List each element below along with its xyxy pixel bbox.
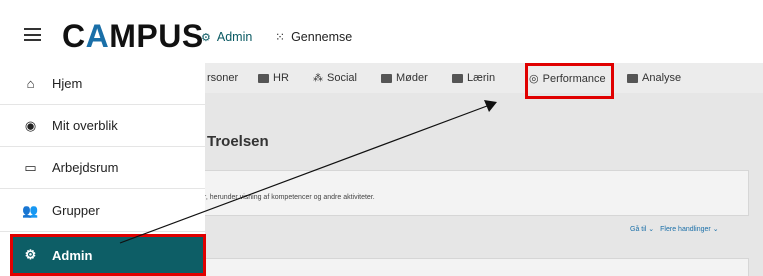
sidebar-item-arbejdsrum[interactable]: ▭ Arbejdsrum	[0, 147, 205, 189]
menu-icon[interactable]	[24, 28, 41, 41]
grid-icon: ⁙	[275, 30, 286, 44]
info-card	[196, 170, 749, 216]
more-actions-dropdown[interactable]: Flere handlinger ⌄	[660, 225, 718, 233]
subnav-item-moder[interactable]: Møder	[381, 72, 428, 84]
sidebar-item-label: Mit overblik	[52, 118, 118, 133]
subnav-item-laering[interactable]: Lærin	[452, 72, 495, 84]
campus-logo[interactable]: CAMPUS	[62, 18, 204, 55]
subnav-item-social[interactable]: ⁂ Social	[313, 72, 357, 84]
top-nav-admin[interactable]: ⚙ Admin	[201, 30, 252, 44]
subnav-item-analyse[interactable]: Analyse	[627, 72, 681, 84]
sidebar-item-label: Arbejdsrum	[52, 160, 119, 175]
subnav-item-hr[interactable]: HR	[258, 72, 289, 84]
sidebar-item-hjem[interactable]: ⌂ Hjem	[0, 63, 205, 105]
sidebar-item-label: Admin	[52, 247, 93, 263]
subnav-item-personer[interactable]: rsoner	[207, 72, 238, 84]
workspace-icon: ▭	[24, 159, 37, 175]
subnav-label: Social	[327, 72, 357, 84]
sidebar-item-label: Hjem	[52, 76, 83, 91]
top-nav-admin-label: Admin	[216, 30, 253, 44]
subnav-label: Lærin	[467, 72, 496, 84]
page-title: Troelsen	[207, 133, 269, 150]
secondary-card	[196, 258, 749, 276]
sidebar-item-admin[interactable]: ⚙ Admin	[10, 234, 206, 276]
social-icon: ⁂	[313, 72, 323, 84]
app-root: rsoner HR ⁂ Social Møder Lærin ◎ Perform…	[0, 0, 763, 276]
sidebar-item-grupper[interactable]: 👥 Grupper	[0, 190, 205, 232]
admin-icon: ⚙	[24, 247, 37, 262]
hr-icon	[258, 73, 269, 83]
sidebar-item-mit-overblik[interactable]: ◉ Mit overblik	[0, 105, 205, 147]
subnav-label: HR	[273, 72, 289, 84]
account-circle-icon: ◉	[24, 117, 37, 133]
groups-icon: 👥	[22, 202, 39, 218]
subnav-label: Møder	[396, 72, 428, 84]
subnav-label: rsoner	[207, 72, 239, 84]
admin-icon: ⚙	[201, 31, 211, 44]
sidebar: ⌂ Hjem ◉ Mit overblik ▭ Arbejdsrum 👥 Gru…	[0, 63, 206, 276]
performance-highlight	[525, 63, 614, 99]
learning-icon	[452, 73, 463, 83]
home-icon: ⌂	[26, 76, 35, 91]
subnav-label: Analyse	[642, 72, 682, 84]
goto-dropdown[interactable]: Gå til ⌄	[630, 225, 654, 233]
analytics-icon	[627, 73, 638, 83]
top-nav-browse[interactable]: ⁙ Gennemse	[275, 30, 352, 44]
sidebar-item-label: Grupper	[52, 203, 100, 218]
top-header: CAMPUS ⚙ Admin ⁙ Gennemse	[0, 0, 763, 63]
meetings-icon	[381, 73, 392, 83]
card-description: er, herunder visning af kompetencer og a…	[200, 194, 375, 201]
top-nav-browse-label: Gennemse	[291, 30, 353, 44]
card-actions: Gå til ⌄ Flere handlinger ⌄	[630, 225, 719, 233]
